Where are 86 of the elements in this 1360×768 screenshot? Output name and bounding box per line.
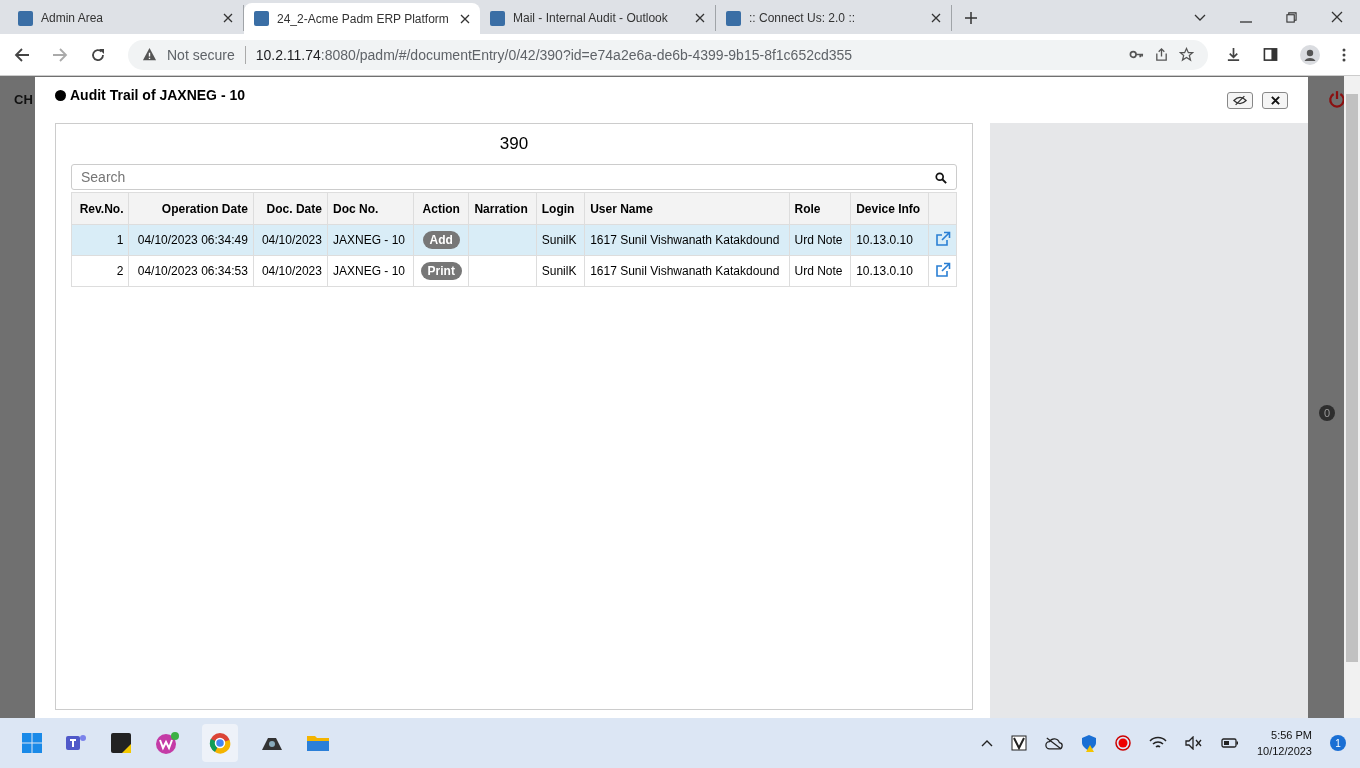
table-cell: SunilK bbox=[536, 224, 585, 256]
menu-icon[interactable] bbox=[1342, 46, 1346, 63]
page-title: CH bbox=[14, 92, 33, 107]
column-header: Doc. Date bbox=[253, 192, 328, 225]
warning-icon bbox=[142, 47, 157, 62]
start-icon[interactable] bbox=[22, 733, 42, 753]
close-icon[interactable] bbox=[1331, 11, 1343, 23]
document-number: 390 bbox=[498, 134, 530, 154]
close-icon[interactable] bbox=[931, 13, 941, 23]
count-badge: 0 bbox=[1319, 405, 1335, 421]
browser-tab[interactable]: :: Connect Us: 2.0 :: bbox=[716, 5, 952, 31]
profile-icon[interactable] bbox=[1300, 44, 1320, 65]
table-cell: 04/10/2023 bbox=[253, 255, 328, 287]
external-link-icon[interactable] bbox=[934, 261, 951, 278]
folder-icon[interactable] bbox=[306, 733, 330, 753]
table-cell: 04/10/2023 bbox=[253, 224, 328, 256]
power-icon[interactable] bbox=[1328, 90, 1346, 108]
scrollbar[interactable] bbox=[1344, 76, 1360, 718]
share-icon[interactable] bbox=[1154, 47, 1169, 62]
table-cell: 1617 Sunil Vishwanath Katakdound bbox=[584, 224, 789, 256]
table-cell: JAXNEG - 10 bbox=[327, 255, 414, 287]
speaker-muted-icon[interactable] bbox=[1184, 736, 1203, 750]
close-icon bbox=[1270, 95, 1280, 105]
record-icon[interactable] bbox=[1114, 735, 1131, 751]
table-cell: 10.13.0.10 bbox=[850, 255, 929, 287]
table-row[interactable]: 1 04/10/2023 06:34:49 04/10/2023 JAXNEG - 10 Add SunilK 1617 Sunil Vishwanath Katakdound Urd Note 10.13.0.10 bbox=[71, 224, 957, 256]
back-icon[interactable] bbox=[14, 46, 30, 63]
chevron-up-icon[interactable] bbox=[980, 739, 993, 747]
table-cell: SunilK bbox=[536, 255, 585, 287]
close-icon[interactable] bbox=[223, 13, 233, 23]
column-header: Action bbox=[413, 192, 469, 225]
new-tab-icon[interactable] bbox=[964, 11, 978, 25]
column-header: Rev.No. bbox=[71, 192, 129, 225]
battery-icon[interactable] bbox=[1220, 738, 1239, 748]
column-header: Role bbox=[789, 192, 851, 225]
side-panel-icon[interactable] bbox=[1263, 47, 1278, 62]
eye-slash-icon bbox=[1233, 94, 1247, 106]
hide-button[interactable] bbox=[1227, 91, 1253, 109]
search-icon[interactable] bbox=[935, 172, 947, 184]
table-cell: 10.13.0.10 bbox=[850, 224, 929, 256]
reload-icon[interactable] bbox=[90, 46, 106, 63]
site-icon bbox=[254, 11, 269, 26]
table-cell: 04/10/2023 06:34:53 bbox=[128, 255, 254, 287]
restore-icon[interactable] bbox=[1286, 12, 1297, 23]
security-label: Not secure bbox=[167, 46, 235, 63]
dialog-title: Audit Trail of JAXNEG - 10 bbox=[55, 87, 246, 103]
column-header: Operation Date bbox=[128, 192, 254, 225]
table-cell: Urd Note bbox=[789, 255, 851, 287]
browser-tab[interactable]: 24_2-Acme Padm ERP Platform bbox=[244, 3, 480, 34]
browser-tab[interactable]: Admin Area bbox=[8, 5, 244, 31]
site-icon bbox=[726, 10, 741, 26]
tray-app-icon[interactable] bbox=[1010, 735, 1027, 751]
table-cell: 1 bbox=[71, 224, 129, 256]
column-header: Device Info bbox=[850, 192, 929, 225]
table-cell: 2 bbox=[71, 255, 129, 287]
action-badge: Add bbox=[422, 231, 460, 249]
app-icon[interactable] bbox=[154, 731, 180, 755]
download-icon[interactable] bbox=[1226, 47, 1241, 62]
action-badge: Print bbox=[420, 262, 462, 280]
site-icon bbox=[490, 10, 505, 26]
site-icon bbox=[18, 10, 33, 26]
column-header: Narration bbox=[468, 192, 537, 225]
search-field[interactable]: Search bbox=[71, 164, 957, 190]
notes-app-icon[interactable] bbox=[110, 732, 132, 754]
external-link-icon[interactable] bbox=[934, 230, 951, 247]
notification-badge[interactable]: 1 bbox=[1330, 735, 1346, 751]
table-cell: Urd Note bbox=[789, 224, 851, 256]
cloud-off-icon[interactable] bbox=[1044, 736, 1063, 750]
shield-icon[interactable] bbox=[1080, 734, 1097, 752]
browser-icon[interactable] bbox=[209, 732, 231, 754]
clock[interactable]: 5:56 PM 10/12/2023 bbox=[1256, 727, 1312, 759]
column-header: Login bbox=[536, 192, 585, 225]
column-header: Doc No. bbox=[327, 192, 414, 225]
column-header: User Name bbox=[584, 192, 789, 225]
table-row[interactable]: 2 04/10/2023 06:34:53 04/10/2023 JAXNEG - 10 Print SunilK 1617 Sunil Vishwanath Katakdound Urd Note 10.13.0.10 bbox=[71, 255, 957, 287]
table-cell: JAXNEG - 10 bbox=[327, 224, 414, 256]
star-icon[interactable] bbox=[1179, 47, 1194, 62]
close-button[interactable] bbox=[1262, 91, 1288, 109]
table-cell: 04/10/2023 06:34:49 bbox=[128, 224, 254, 256]
close-icon[interactable] bbox=[460, 13, 470, 24]
url-text: 10.2.11.74:8080/padm/#/documentEntry/0/42/390?id=e74a2e6a-de6b-4399-9b15-8f1c652cd355 bbox=[255, 46, 853, 63]
table-cell: 1617 Sunil Vishwanath Katakdound bbox=[584, 255, 789, 287]
close-icon[interactable] bbox=[695, 13, 705, 23]
wifi-icon[interactable] bbox=[1148, 736, 1167, 750]
address-field[interactable]: Not secure 10.2.11.74:8080/padm/#/documentEntry/0/42/390?id=e74a2e6a-de6b-4399-9b15-8f1c652cd355 bbox=[128, 39, 1208, 70]
browser-tab[interactable]: Mail - Internal Audit - Outlook bbox=[480, 5, 716, 31]
